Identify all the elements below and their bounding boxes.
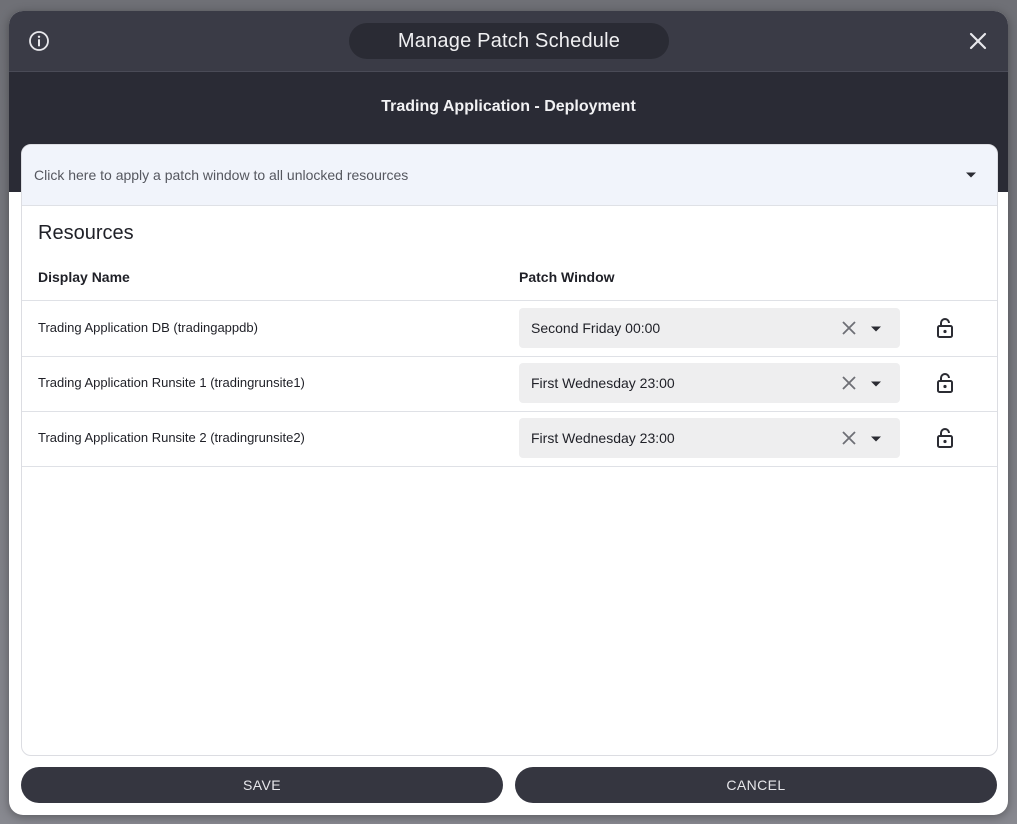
column-header-display-name: Display Name xyxy=(38,269,130,285)
resource-name: Trading Application Runsite 2 (tradingru… xyxy=(38,430,305,445)
resource-name: Trading Application DB (tradingappdb) xyxy=(38,320,258,335)
cancel-button[interactable]: CANCEL xyxy=(515,767,997,803)
apply-all-dropdown[interactable]: Click here to apply a patch window to al… xyxy=(22,145,997,206)
unlock-icon[interactable] xyxy=(935,372,955,394)
dialog-title: Manage Patch Schedule xyxy=(349,23,669,59)
patch-window-value: First Wednesday 23:00 xyxy=(531,375,675,391)
manage-patch-schedule-dialog: Manage Patch Schedule Trading Applicatio… xyxy=(9,11,1008,815)
close-button[interactable] xyxy=(966,29,990,53)
table-row: Trading Application Runsite 2 (tradingru… xyxy=(22,411,997,467)
clear-icon[interactable] xyxy=(841,375,857,391)
clear-icon[interactable] xyxy=(841,430,857,446)
unlock-icon[interactable] xyxy=(935,317,955,339)
clear-icon[interactable] xyxy=(841,320,857,336)
resources-heading: Resources xyxy=(38,222,134,244)
chevron-down-icon xyxy=(966,172,976,178)
column-header-patch-window: Patch Window xyxy=(519,269,615,285)
deployment-title: Trading Application - Deployment xyxy=(381,98,636,115)
table-row: Trading Application DB (tradingappdb) Se… xyxy=(22,301,997,357)
resources-card: Click here to apply a patch window to al… xyxy=(21,144,998,756)
table-row: Trading Application Runsite 1 (tradingru… xyxy=(22,356,997,412)
dialog-titlebar: Manage Patch Schedule xyxy=(9,11,1008,72)
info-button[interactable] xyxy=(28,30,50,52)
patch-window-select[interactable]: Second Friday 00:00 xyxy=(519,308,900,348)
resource-name: Trading Application Runsite 1 (tradingru… xyxy=(38,375,305,390)
chevron-down-icon[interactable] xyxy=(870,435,882,443)
unlock-icon[interactable] xyxy=(935,427,955,449)
chevron-down-icon[interactable] xyxy=(870,325,882,333)
chevron-down-icon[interactable] xyxy=(870,380,882,388)
patch-window-select[interactable]: First Wednesday 23:00 xyxy=(519,418,900,458)
info-icon xyxy=(29,31,49,51)
close-icon xyxy=(969,32,987,50)
patch-window-value: Second Friday 00:00 xyxy=(531,320,661,336)
save-button[interactable]: SAVE xyxy=(21,767,503,803)
patch-window-select[interactable]: First Wednesday 23:00 xyxy=(519,363,900,403)
apply-all-label: Click here to apply a patch window to al… xyxy=(34,167,409,183)
patch-window-value: First Wednesday 23:00 xyxy=(531,430,675,446)
